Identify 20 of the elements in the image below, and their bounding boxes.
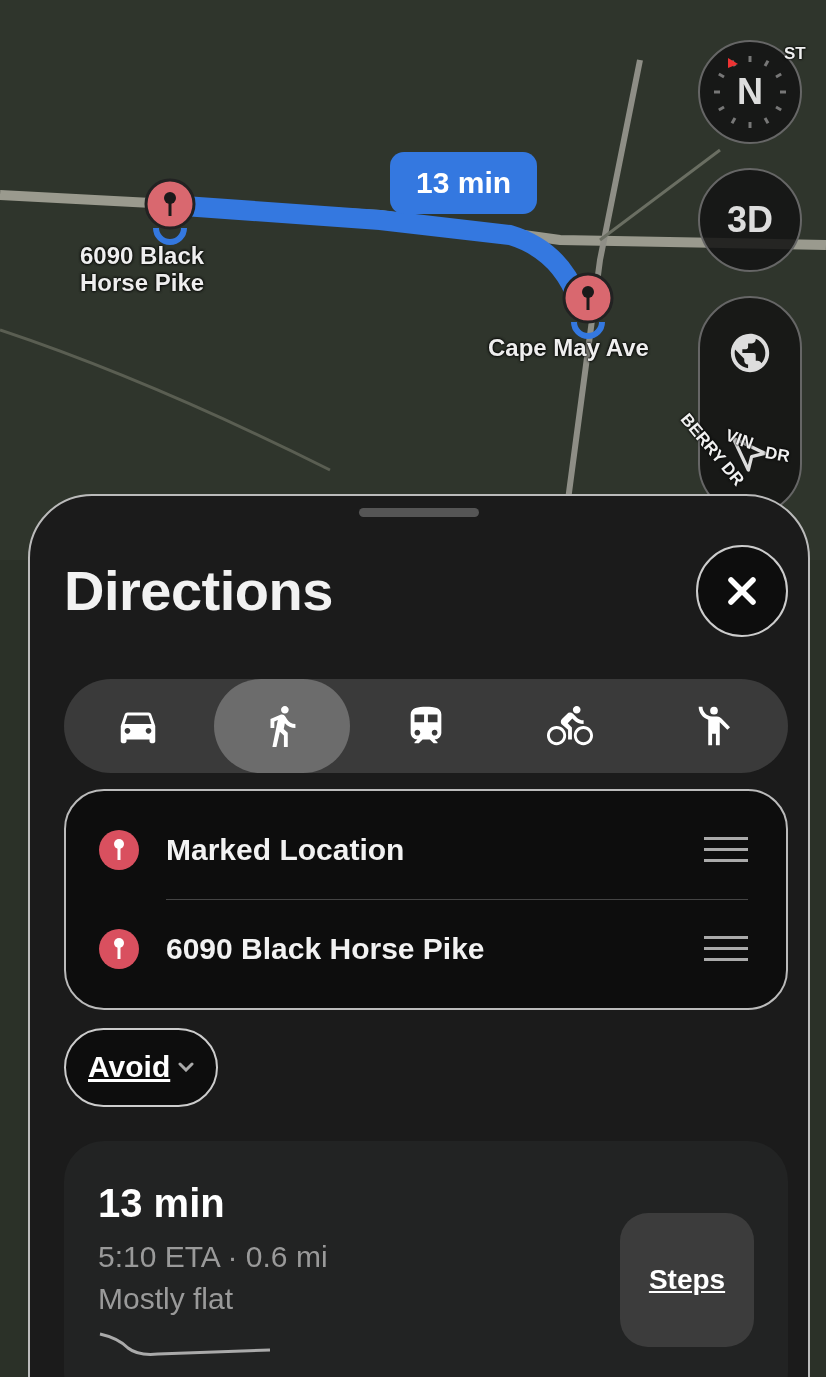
pin-icon [98,828,140,871]
route-duration: 13 min [98,1180,226,1226]
street-label: VIN [722,425,756,454]
steps-button[interactable]: Steps [620,1212,754,1347]
chevron-down-icon [178,1062,195,1073]
sheet-title: Directions [64,558,333,624]
drag-handle-icon[interactable] [704,935,748,962]
route-eta-distance: 5:10 ETA · 0.6 mi [98,1239,328,1274]
place-label: Cape May Ave [488,334,649,361]
waypoint-name[interactable]: Marked Location [166,832,678,867]
3d-view-button[interactable]: 3D [698,168,802,272]
street-label: DR [763,443,792,467]
drag-handle-icon[interactable] [704,836,748,863]
route-card[interactable]: 13 min 5:10 ETA · 0.6 mi Mostly flat Steps [64,1140,788,1377]
place-label: 6090 Black Horse Pike [80,242,205,296]
route-terrain: Mostly flat [98,1281,235,1316]
pin-icon [98,927,140,970]
route-time-callout: 13 min [390,152,538,214]
avoid-button[interactable]: Avoid [64,1027,219,1107]
waypoint-name[interactable]: 6090 Black Horse Pike [166,931,678,966]
